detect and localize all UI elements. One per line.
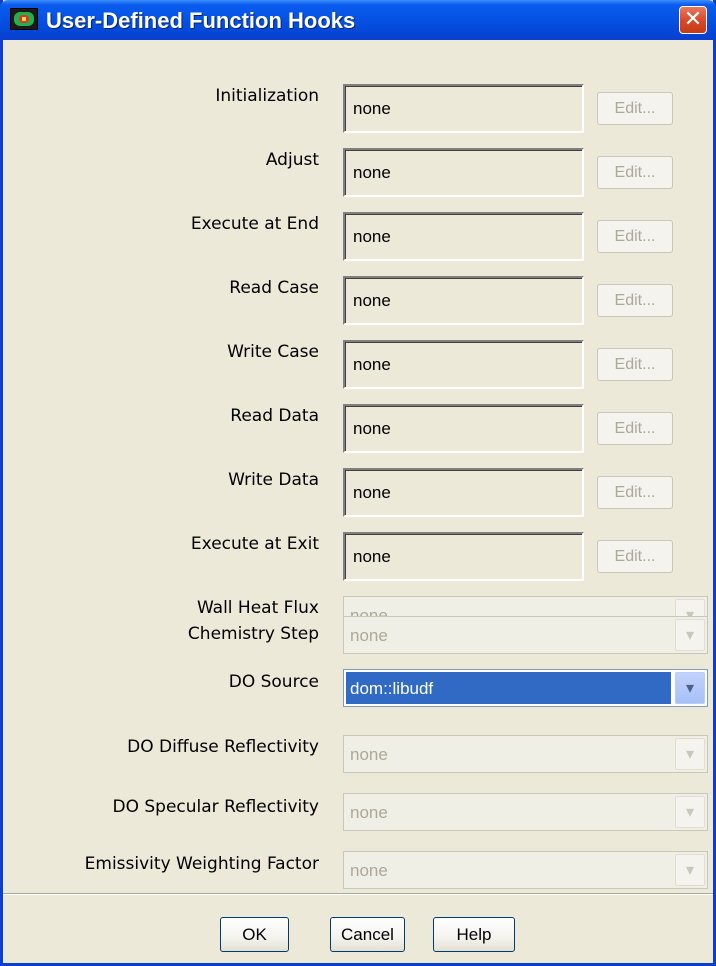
chevron-down-icon[interactable]: ▾ [675, 619, 705, 651]
do-diffuse-reflectivity-dropdown[interactable]: none ▾ [343, 735, 708, 773]
udf-hooks-dialog: User-Defined Function Hooks ✕ Initializa… [0, 0, 716, 966]
hook-label-execute-at-exit: Execute at Exit [190, 534, 319, 554]
hook-label-write-case: Write Case [227, 342, 319, 362]
write-case-field: none [343, 340, 584, 389]
help-button[interactable]: Help [433, 917, 515, 952]
field-value: none [353, 547, 391, 566]
hook-label-write-data: Write Data [228, 470, 319, 490]
execute-at-end-edit-button[interactable]: Edit... [597, 220, 673, 253]
adjust-edit-button[interactable]: Edit... [597, 156, 673, 189]
adjust-field: none [343, 148, 584, 197]
dropdown-value: none [350, 803, 388, 822]
chevron-down-icon[interactable]: ▾ [675, 854, 705, 886]
hook-label-initialization: Initialization [215, 86, 319, 106]
write-data-field: none [343, 468, 584, 517]
title-bar[interactable]: User-Defined Function Hooks ✕ [0, 0, 716, 40]
app-icon [10, 8, 38, 30]
emissivity-weighting-factor-dropdown[interactable]: none ▾ [343, 851, 708, 889]
chevron-down-icon[interactable]: ▾ [675, 672, 705, 704]
initialization-field: none [343, 84, 584, 133]
initialization-edit-button[interactable]: Edit... [597, 92, 673, 125]
field-value: none [353, 483, 391, 502]
selector-label-do-specular-reflectivity: DO Specular Reflectivity [112, 797, 320, 817]
field-value: none [353, 419, 391, 438]
read-case-edit-button[interactable]: Edit... [597, 284, 673, 317]
read-case-field: none [343, 276, 584, 325]
read-data-edit-button[interactable]: Edit... [597, 412, 673, 445]
execute-at-exit-field: none [343, 532, 584, 581]
hook-label-execute-at-end: Execute at End [190, 214, 319, 234]
do-specular-reflectivity-dropdown[interactable]: none ▾ [343, 793, 708, 831]
cancel-button[interactable]: Cancel [330, 917, 405, 952]
dropdown-value: none [350, 626, 388, 645]
close-button[interactable]: ✕ [679, 6, 707, 34]
field-value: none [353, 99, 391, 118]
write-case-edit-button[interactable]: Edit... [597, 348, 673, 381]
write-data-edit-button[interactable]: Edit... [597, 476, 673, 509]
chemistry-step-dropdown[interactable]: none ▾ [343, 616, 708, 654]
execute-at-end-field: none [343, 212, 584, 261]
field-value: none [353, 355, 391, 374]
chevron-down-icon[interactable]: ▾ [675, 796, 705, 828]
field-value: none [353, 163, 391, 182]
dropdown-value: dom::libudf [350, 679, 434, 698]
field-value: none [353, 227, 391, 246]
close-icon: ✕ [683, 7, 703, 32]
do-source-dropdown[interactable]: dom::libudf ▾ [343, 669, 708, 707]
field-value: none [353, 291, 391, 310]
hook-label-read-case: Read Case [229, 278, 319, 298]
hook-label-read-data: Read Data [230, 406, 319, 426]
read-data-field: none [343, 404, 584, 453]
selector-label-do-source: DO Source [228, 672, 319, 692]
selector-label-do-diffuse-reflectivity: DO Diffuse Reflectivity [127, 737, 319, 757]
execute-at-exit-edit-button[interactable]: Edit... [597, 540, 673, 573]
dropdown-value: none [350, 861, 388, 880]
hook-label-adjust: Adjust [265, 150, 319, 170]
ok-button[interactable]: OK [220, 917, 289, 952]
selector-label-chemistry-step: Chemistry Step [187, 624, 319, 644]
footer-divider [3, 893, 713, 895]
selector-label-wall-heat-flux: Wall Heat Flux [196, 598, 319, 618]
selector-label-emissivity-weighting-factor: Emissivity Weighting Factor [84, 854, 319, 874]
chevron-down-icon[interactable]: ▾ [675, 738, 705, 770]
window-title: User-Defined Function Hooks [46, 8, 356, 33]
dropdown-value: none [350, 745, 388, 764]
